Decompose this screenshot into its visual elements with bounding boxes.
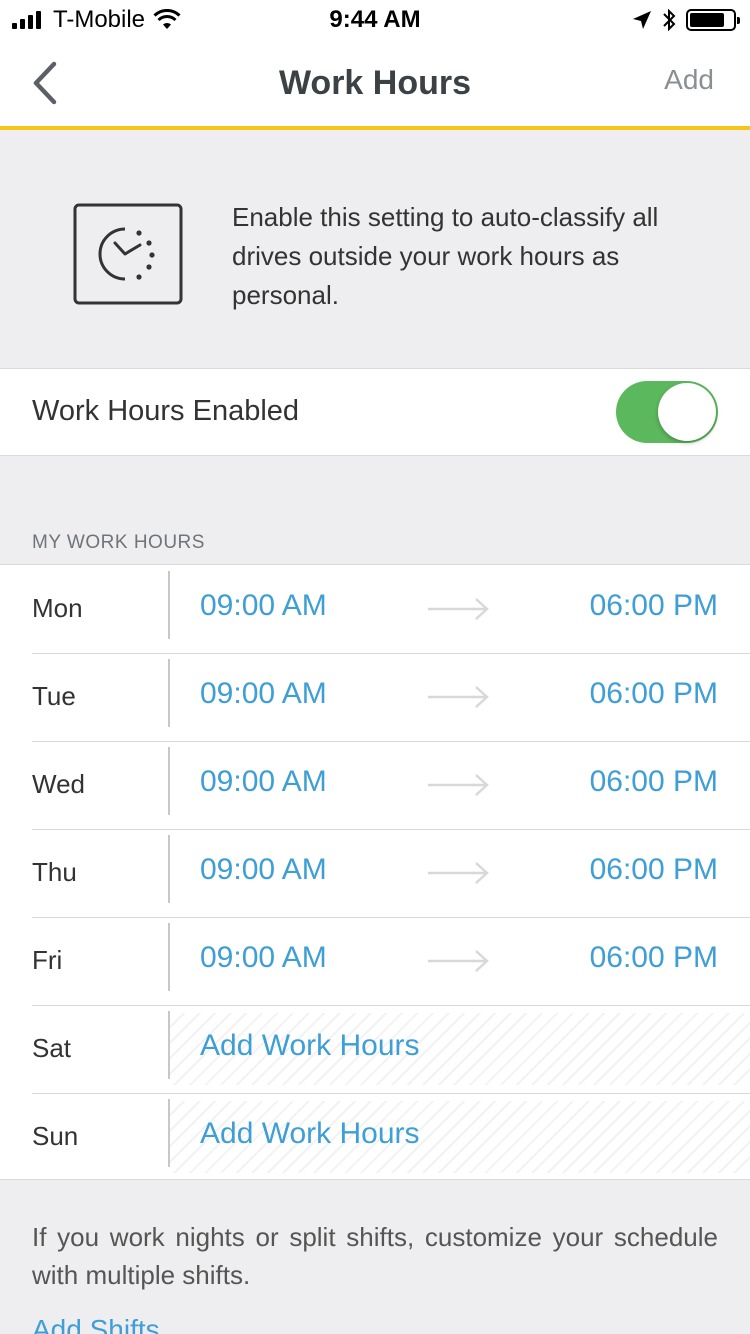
day-label: Thu [32,857,77,887]
end-time[interactable]: 06:00 PM [590,589,718,623]
arrow-right-icon [428,862,489,884]
end-time[interactable]: 06:00 PM [590,941,718,975]
clock-icon [73,203,183,305]
day-label: Fri [32,945,63,975]
status-right [632,8,740,32]
day-label: Wed [32,769,85,799]
row-divider [168,923,170,991]
day-row-tue: Tue 09:00 AM 06:00 PM [0,653,750,741]
arrow-right-icon [428,598,489,620]
day-label: Tue [32,681,76,711]
add-work-hours-button[interactable]: Add Work Hours [170,1013,750,1085]
toggle-label: Work Hours Enabled [32,395,300,427]
work-hours-toggle-row: Work Hours Enabled [0,368,750,456]
battery-icon [686,9,740,31]
work-hours-toggle[interactable] [616,381,718,443]
day-row-mon: Mon 09:00 AM 06:00 PM [0,565,750,653]
info-section: Enable this setting to auto-classify all… [0,134,750,368]
info-text: Enable this setting to auto-classify all… [232,202,659,310]
start-time[interactable]: 09:00 AM [200,589,327,623]
add-button[interactable]: Add [664,64,714,96]
status-bar: T-Mobile 9:44 AM [0,0,750,40]
end-time[interactable]: 06:00 PM [590,677,718,711]
nav-bar: Work Hours Add [0,40,750,130]
start-time[interactable]: 09:00 AM [200,677,327,711]
section-header: MY WORK HOURS [32,532,205,553]
day-row-wed: Wed 09:00 AM 06:00 PM [0,741,750,829]
arrow-right-icon [428,950,489,972]
day-label: Mon [32,593,83,623]
work-hours-list: Mon 09:00 AM 06:00 PM Tue 09:00 AM 06:00… [0,564,750,1180]
day-label: Sun [32,1121,79,1151]
start-time[interactable]: 09:00 AM [200,765,327,799]
bluetooth-icon [663,8,676,32]
start-time[interactable]: 09:00 AM [200,941,327,975]
shifts-description: If you work nights or split shifts, cust… [32,1222,718,1290]
row-divider [168,659,170,727]
add-work-hours-label: Add Work Hours [200,1029,420,1062]
toggle-knob [658,383,716,441]
day-row-fri: Fri 09:00 AM 06:00 PM [0,917,750,1005]
arrow-right-icon [428,686,489,708]
arrow-right-icon [428,774,489,796]
day-row-sun: Sun Add Work Hours [0,1093,750,1181]
start-time[interactable]: 09:00 AM [200,853,327,887]
add-work-hours-label: Add Work Hours [200,1117,420,1150]
location-arrow-icon [633,11,651,29]
day-row-thu: Thu 09:00 AM 06:00 PM [0,829,750,917]
row-divider [168,571,170,639]
day-row-sat: Sat Add Work Hours [0,1005,750,1093]
row-divider [168,747,170,815]
row-divider [168,835,170,903]
page-title: Work Hours [278,64,472,102]
add-shifts-link[interactable]: Add Shifts [32,1314,160,1334]
day-label: Sat [32,1033,72,1063]
end-time[interactable]: 06:00 PM [590,853,718,887]
add-work-hours-button[interactable]: Add Work Hours [170,1101,750,1173]
end-time[interactable]: 06:00 PM [590,765,718,799]
